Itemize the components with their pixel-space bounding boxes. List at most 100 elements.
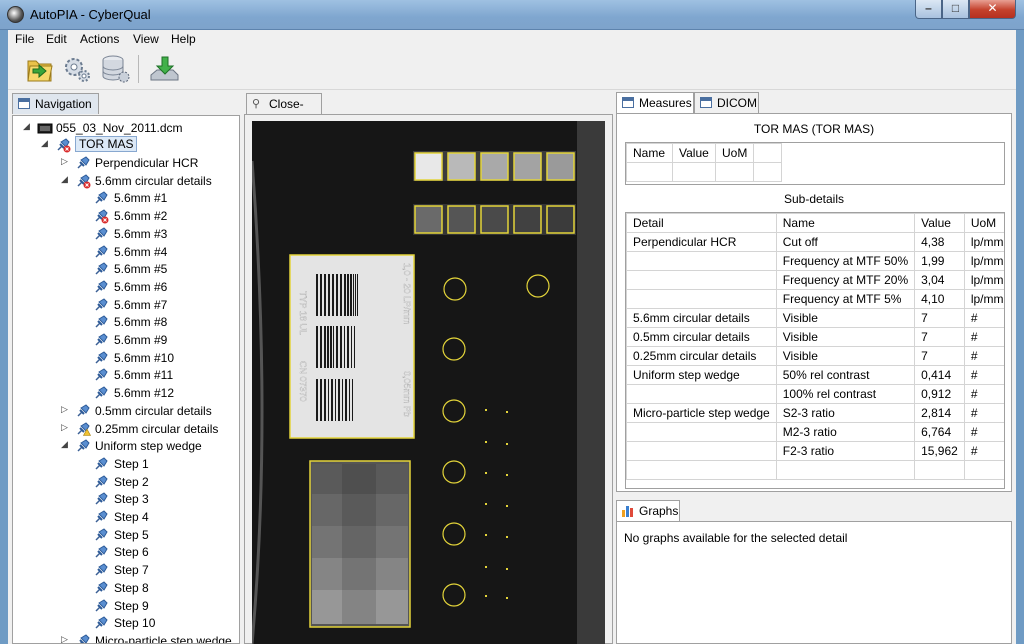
cell-name: 50% rel contrast <box>775 365 916 385</box>
app-icon <box>7 6 24 23</box>
tree-item[interactable]: Step 7 <box>13 561 239 579</box>
tree-item[interactable]: ▷ Micro-particle step wedge <box>13 632 239 644</box>
table-row[interactable]: F2-3 ratio 15,962 # <box>626 441 1004 461</box>
pin-icon <box>93 279 109 295</box>
table-row[interactable]: 0.5mm circular details Visible 7 # <box>626 327 1004 347</box>
cell-uom: # <box>963 327 1004 347</box>
tree-item-root[interactable]: ◢ TOR MAS <box>13 136 239 154</box>
tree-item[interactable]: 5.6mm #10 <box>13 349 239 367</box>
tab-measures[interactable]: Measures <box>616 92 694 113</box>
pin-icon <box>93 491 109 507</box>
col-subuom[interactable]: UoM <box>963 213 1004 233</box>
maximize-button[interactable]: □ <box>942 0 969 19</box>
tree-expander-icon[interactable]: ▷ <box>61 422 71 433</box>
cell-detail: Uniform step wedge <box>626 365 777 385</box>
cell-uom: # <box>963 441 1004 461</box>
tree-item[interactable]: Step 8 <box>13 579 239 597</box>
tab-graphs[interactable]: Graphs <box>616 500 680 521</box>
tree-item[interactable]: Step 5 <box>13 526 239 544</box>
tree-expander-icon[interactable]: ▷ <box>61 634 71 643</box>
table-row[interactable]: 5.6mm circular details Visible 7 # <box>626 308 1004 328</box>
menu-actions[interactable]: Actions <box>80 32 119 46</box>
tree-expander-icon[interactable]: ◢ <box>41 138 51 149</box>
tree-item[interactable]: Step 4 <box>13 508 239 526</box>
tab-dicom-label: DICOM <box>717 96 757 110</box>
table-row[interactable]: Frequency at MTF 50% 1,99 lp/mm <box>626 251 1004 271</box>
menu-file[interactable]: File <box>15 32 34 46</box>
tab-closeup[interactable]: ⚲ Close-up <box>246 93 322 125</box>
tab-navigation[interactable]: Navigation <box>12 93 99 114</box>
database-settings-icon[interactable] <box>100 53 132 85</box>
col-name[interactable]: Name <box>626 143 673 163</box>
tree-item[interactable]: Step 2 <box>13 473 239 491</box>
tree-item[interactable]: ◢ 5.6mm circular details <box>13 172 239 190</box>
cell-name: Cut off <box>775 232 916 252</box>
tree-item[interactable]: 5.6mm #4 <box>13 243 239 261</box>
pin-error-icon <box>75 173 91 189</box>
col-detail[interactable]: Detail <box>626 213 777 233</box>
table-row[interactable]: Perpendicular HCR Cut off 4,38 lp/mm <box>626 232 1004 252</box>
svg-text:1,0 - 20 LP/mm: 1,0 - 20 LP/mm <box>402 263 412 325</box>
xray-phantom-image: 1,0 - 20 LP/mm 0,05mm Pb TYP 18 UL CN 07… <box>252 121 605 644</box>
tree-item[interactable]: 5.6mm #9 <box>13 331 239 349</box>
tree-expander-icon[interactable]: ◢ <box>61 174 71 185</box>
tree-item[interactable]: 5.6mm #11 <box>13 366 239 384</box>
toolbar-separator <box>138 55 139 83</box>
tree-item[interactable]: ◢ Uniform step wedge <box>13 437 239 455</box>
close-button[interactable]: ✕ <box>969 0 1016 19</box>
menu-edit[interactable]: Edit <box>46 32 67 46</box>
table-row[interactable]: Uniform step wedge 50% rel contrast 0,414 # <box>626 365 1004 385</box>
tree-expander-icon[interactable]: ◢ <box>61 439 71 450</box>
tree-item-label: Step 9 <box>114 598 149 613</box>
tree-item[interactable]: ▷ 0.25mm circular details <box>13 420 239 438</box>
tree-item[interactable]: 5.6mm #7 <box>13 296 239 314</box>
cell-uom: lp/mm <box>963 270 1004 290</box>
col-subname[interactable]: Name <box>775 213 916 233</box>
tree-item[interactable]: Step 9 <box>13 597 239 615</box>
tree-item-label: Uniform step wedge <box>95 439 202 454</box>
tab-dicom[interactable]: DICOM <box>694 92 759 113</box>
tree-item[interactable]: ▷ 0.5mm circular details <box>13 402 239 420</box>
download-icon[interactable] <box>148 53 180 85</box>
minimize-button[interactable]: – <box>915 0 942 19</box>
table-row[interactable]: 0.25mm circular details Visible 7 # <box>626 346 1004 366</box>
closeup-image[interactable]: 1,0 - 20 LP/mm 0,05mm Pb TYP 18 UL CN 07… <box>252 121 605 644</box>
tree-item[interactable]: Step 10 <box>13 614 239 632</box>
tree-item[interactable]: 5.6mm #12 <box>13 384 239 402</box>
col-value[interactable]: Value <box>672 143 716 163</box>
tree-item[interactable]: 5.6mm #1 <box>13 189 239 207</box>
tree-item[interactable]: 5.6mm #3 <box>13 225 239 243</box>
tree-item[interactable]: 5.6mm #6 <box>13 278 239 296</box>
cell-name: Visible <box>775 308 916 328</box>
tree-expander-icon[interactable]: ▷ <box>61 404 71 415</box>
tree-item[interactable]: ▷ Perpendicular HCR <box>13 154 239 172</box>
table-row[interactable]: 100% rel contrast 0,912 # <box>626 384 1004 404</box>
cell-value: 15,962 <box>914 441 965 461</box>
tree-item-label: Micro-particle step wedge <box>95 633 232 644</box>
cell-name: F2-3 ratio <box>775 441 916 461</box>
menu-help[interactable]: Help <box>171 32 196 46</box>
settings-gear-icon[interactable] <box>61 53 93 85</box>
table-row[interactable]: Micro-particle step wedge S2-3 ratio 2,814… <box>626 403 1004 423</box>
tree-expander-icon[interactable]: ◢ <box>23 121 33 132</box>
tree-item[interactable]: Step 3 <box>13 490 239 508</box>
cell-detail: Perpendicular HCR <box>626 232 777 252</box>
menu-view[interactable]: View <box>133 32 159 46</box>
tree-item[interactable]: 5.6mm #8 <box>13 313 239 331</box>
tree-expander-icon[interactable]: ▷ <box>61 156 71 167</box>
tree-item-label: Step 7 <box>114 563 149 578</box>
tree-item[interactable]: Step 1 <box>13 455 239 473</box>
table-row[interactable]: Frequency at MTF 20% 3,04 lp/mm <box>626 270 1004 290</box>
tree-item-label: Step 10 <box>114 616 156 631</box>
col-subvalue[interactable]: Value <box>914 213 965 233</box>
tree-item-file[interactable]: ◢ 055_03_Nov_2011.dcm <box>13 119 239 137</box>
col-uom[interactable]: UoM <box>714 143 755 163</box>
pin-icon <box>55 137 71 153</box>
table-row[interactable]: M2-3 ratio 6,764 # <box>626 422 1004 442</box>
tree-item[interactable]: 5.6mm #2 <box>13 207 239 225</box>
table-row[interactable]: Frequency at MTF 5% 4,10 lp/mm <box>626 289 1004 309</box>
open-folder-icon[interactable] <box>24 53 56 85</box>
tree-item[interactable]: Step 6 <box>13 543 239 561</box>
tree-item[interactable]: 5.6mm #5 <box>13 260 239 278</box>
step-wedge <box>309 460 411 628</box>
